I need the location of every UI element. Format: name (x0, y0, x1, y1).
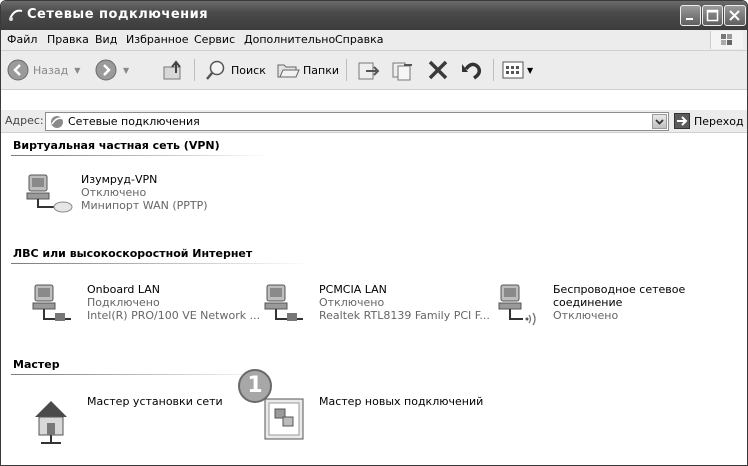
group-title-lan: ЛВС или высокоскоростной Интернет (13, 247, 253, 260)
folders-button[interactable]: Папки (276, 58, 339, 82)
undo-icon (462, 62, 482, 80)
connection-device: Минипорт WAN (PPTP) (81, 199, 208, 212)
folders-icon (277, 64, 300, 78)
address-label: Адрес: (5, 114, 44, 127)
callout-badge: 1 (238, 369, 272, 403)
network-connections-icon (8, 7, 24, 23)
back-icon (7, 59, 29, 81)
menu-favorites[interactable]: Избранное (126, 33, 188, 46)
back-dropdown-icon[interactable]: ▼ (74, 66, 80, 75)
maximize-button[interactable] (702, 5, 723, 26)
maximize-icon (706, 9, 719, 22)
back-button[interactable]: Назад ▼ (7, 58, 80, 82)
address-dropdown-button[interactable] (652, 114, 667, 129)
close-icon (729, 10, 740, 21)
wireless-connection-icon (497, 283, 549, 338)
menu-tools[interactable]: Сервис (194, 33, 235, 46)
window-title: Сетевые подключения (27, 7, 209, 22)
connection-device: Realtek RTL8139 Family PCI F... (319, 309, 490, 322)
group-divider (11, 374, 271, 375)
connection-name: Изумруд-VPN (81, 173, 158, 186)
views-icon (502, 61, 524, 79)
network-setup-wizard-icon (31, 395, 83, 450)
copy-to-button[interactable] (390, 58, 416, 82)
group-title-vpn: Виртуальная частная сеть (VPN) (13, 139, 220, 152)
minimize-button[interactable] (680, 5, 701, 26)
search-button[interactable]: Поиск (204, 58, 266, 82)
connection-name: Onboard LAN (87, 283, 161, 296)
copy-to-icon (392, 62, 412, 81)
group-title-wizard: Мастер (13, 358, 60, 371)
wizard-name: Мастер новых подключений (319, 395, 484, 408)
chevron-down-icon (655, 119, 664, 125)
lan-connection-icon (263, 283, 315, 338)
up-folder-icon (163, 60, 181, 80)
address-bar: Адрес: Сетевые подключения Переход (1, 110, 747, 133)
search-icon (206, 60, 225, 80)
undo-button[interactable] (460, 58, 484, 82)
go-label: Переход (694, 114, 744, 128)
move-to-icon (358, 62, 380, 80)
menu-bar: Файл Правка Вид Избранное Сервис Дополни… (1, 30, 747, 51)
toolbar-separator (194, 59, 195, 81)
windows-logo-icon (710, 31, 743, 49)
up-folder-button[interactable] (162, 58, 186, 82)
menu-help[interactable]: Справка (335, 33, 383, 46)
explorer-window: Сетевые подключения Файл Правка Вид Избр… (0, 0, 748, 466)
connection-status: Отключено (553, 309, 619, 322)
connection-name: PCMCIA LAN (319, 283, 387, 296)
forward-dropdown-icon[interactable]: ▼ (123, 66, 129, 75)
title-bar[interactable]: Сетевые подключения (1, 1, 747, 30)
lan-connection-icon (31, 283, 83, 338)
group-divider (11, 263, 311, 264)
wizard-name: Мастер установки сети (87, 395, 223, 408)
new-connection-wizard-icon (263, 395, 315, 450)
menu-edit[interactable]: Правка (47, 33, 89, 46)
connection-status: Подключено (87, 296, 160, 309)
menu-advanced[interactable]: Дополнительно (244, 33, 335, 46)
connection-name: Беспроводное сетевое (553, 283, 686, 296)
forward-icon (95, 59, 117, 81)
views-dropdown-icon[interactable]: ▼ (527, 66, 533, 75)
connection-status: Отключено (81, 186, 147, 199)
delete-button[interactable] (426, 58, 450, 82)
address-field[interactable]: Сетевые подключения (45, 112, 669, 131)
close-button[interactable] (724, 5, 746, 26)
address-value: Сетевые подключения (68, 115, 200, 128)
connections-pane: Виртуальная частная сеть (VPN) Изумруд-V… (1, 133, 747, 465)
go-arrow-icon (674, 113, 690, 129)
back-label: Назад (33, 63, 69, 77)
delete-icon (428, 60, 448, 80)
forward-button[interactable]: ▼ (95, 58, 129, 82)
folders-label: Папки (303, 63, 339, 77)
network-connections-icon (49, 114, 65, 132)
go-button[interactable]: Переход (674, 113, 744, 129)
vpn-connection-icon (25, 173, 77, 228)
search-label: Поиск (231, 63, 266, 77)
move-to-button[interactable] (356, 58, 382, 82)
connection-status: Отключено (319, 296, 385, 309)
group-divider (11, 155, 271, 156)
menu-view[interactable]: Вид (95, 33, 117, 46)
toolbar: Назад ▼ ▼ Поиск Папки ▼ (1, 51, 747, 90)
minimize-icon (686, 18, 693, 20)
views-button[interactable]: ▼ (501, 58, 533, 82)
toolbar-separator (346, 59, 347, 81)
connection-name-line2: соединение (553, 296, 623, 309)
menu-file[interactable]: Файл (7, 33, 37, 46)
connection-device: Intel(R) PRO/100 VE Network ... (87, 309, 261, 322)
toolbar-separator (493, 59, 494, 81)
